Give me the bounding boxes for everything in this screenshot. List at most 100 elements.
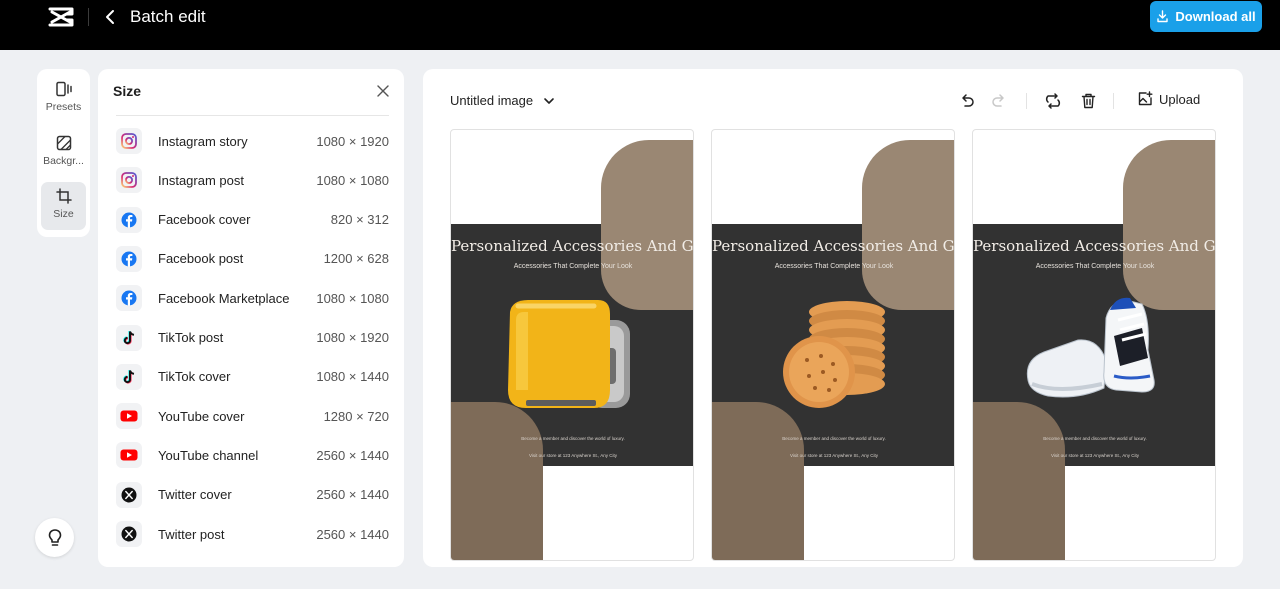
undo-button[interactable] — [958, 92, 976, 110]
size-option-label: TikTok post — [158, 330, 224, 345]
size-option-dimensions: 1080 × 1920 — [316, 330, 389, 345]
page-title: Batch edit — [130, 7, 206, 26]
size-option-tiktok-post[interactable]: TikTok post 1080 × 1920 — [116, 323, 389, 353]
design-footer-line: Become a member and discover the world o… — [782, 436, 886, 441]
design-card[interactable]: Personalized Accessories And Gifts Access… — [972, 129, 1216, 561]
size-option-dimensions: 2560 × 1440 — [316, 447, 389, 463]
trash-icon — [1081, 93, 1095, 109]
size-option-twitter-post[interactable]: Twitter post 2560 × 1440 — [116, 519, 389, 549]
size-option-dimensions: 2560 × 1440 — [316, 526, 389, 542]
redo-button[interactable] — [990, 92, 1008, 110]
download-icon — [1157, 10, 1169, 23]
rail-item-presets[interactable]: Presets — [41, 75, 86, 123]
rail-item-size[interactable]: Size — [41, 182, 86, 230]
tiktok-icon — [116, 324, 142, 351]
capcut-logo-icon[interactable] — [47, 6, 75, 28]
decorative-shape — [862, 140, 954, 310]
size-option-instagram-post[interactable]: Instagram post 1080 × 1080 — [116, 165, 389, 195]
size-option-facebook-marketplace[interactable]: Facebook Marketplace 1080 × 1080 — [116, 283, 389, 313]
size-option-dimensions: 1080 × 1440 — [316, 369, 389, 385]
design-headline: Personalized Accessories And Gifts — [451, 237, 694, 255]
size-option-label: Facebook cover — [158, 212, 251, 228]
canvas-area: Untitled image Upload Personalized Acces… — [423, 69, 1243, 567]
lightbulb-icon — [48, 528, 61, 546]
size-option-label: TikTok cover — [158, 369, 231, 385]
presets-icon — [55, 81, 72, 97]
twitter-x-icon — [116, 481, 142, 508]
decorative-shape — [712, 402, 804, 560]
size-option-label: Facebook Marketplace — [158, 290, 290, 306]
design-footer-line: Become a member and discover the world o… — [521, 436, 625, 441]
size-option-instagram-story[interactable]: Instagram story 1080 × 1920 — [116, 126, 389, 156]
tiktok-icon — [116, 363, 142, 390]
design-footer-line: Visit our store at 123 Anywhere St., Any… — [1051, 453, 1139, 458]
size-option-label: Twitter post — [158, 526, 225, 542]
toaster-image — [508, 300, 630, 408]
size-option-label: Twitter cover — [158, 487, 232, 503]
size-panel-divider — [116, 115, 389, 116]
crop-icon — [55, 188, 72, 204]
download-all-button[interactable]: Download all — [1150, 1, 1262, 32]
size-option-label: Facebook post — [158, 251, 244, 267]
decorative-shape — [973, 402, 1065, 560]
rail-item-background[interactable]: Backgr... — [41, 129, 86, 177]
biscuits-image — [783, 301, 885, 408]
toolbar-divider — [1026, 93, 1027, 109]
rail-label-presets: Presets — [45, 101, 82, 113]
design-card[interactable]: Personalized Accessories And Gifts Access… — [450, 129, 694, 561]
size-option-dimensions: 1280 × 720 — [323, 408, 389, 424]
size-option-dimensions: 2560 × 1440 — [316, 487, 389, 503]
size-option-dimensions: 1200 × 628 — [323, 251, 389, 267]
file-name-dropdown[interactable]: Untitled image — [450, 93, 555, 108]
replace-button[interactable] — [1044, 92, 1062, 110]
header-divider — [88, 8, 89, 26]
size-option-tiktok-cover[interactable]: TikTok cover 1080 × 1440 — [116, 362, 389, 392]
youtube-icon — [116, 442, 142, 469]
design-footer-line: Become a member and discover the world o… — [1043, 436, 1147, 441]
swap-icon — [1045, 93, 1061, 109]
facebook-icon — [116, 285, 142, 312]
size-option-label: Instagram story — [158, 133, 248, 149]
size-option-youtube-cover[interactable]: YouTube cover 1280 × 720 — [116, 401, 389, 431]
decorative-shape — [451, 402, 543, 560]
upload-button[interactable]: Upload — [1137, 91, 1200, 107]
size-panel-title: Size — [113, 83, 142, 99]
design-headline: Personalized Accessories And Gifts — [712, 237, 955, 255]
background-icon — [56, 135, 71, 151]
download-all-label: Download all — [1175, 9, 1256, 24]
close-icon[interactable] — [375, 83, 391, 99]
youtube-icon — [116, 403, 142, 430]
decorative-shape — [601, 140, 693, 310]
back-icon[interactable] — [103, 7, 117, 27]
upload-label: Upload — [1159, 91, 1201, 107]
size-panel: Size Instagram story 1080 × 1920 Instagram… — [98, 69, 404, 567]
twitter-x-icon — [116, 521, 142, 547]
redo-icon — [992, 94, 1004, 107]
tool-rail: Presets Backgr... Size — [37, 69, 90, 237]
size-option-dimensions: 1080 × 1920 — [316, 133, 389, 149]
design-headline: Personalized Accessories And Gifts — [973, 237, 1216, 255]
top-bar: Batch edit Download all — [0, 0, 1280, 50]
design-subtitle: Accessories That Complete Your Look — [774, 263, 894, 270]
size-option-label: Instagram post — [158, 172, 244, 188]
design-subtitle: Accessories That Complete Your Look — [1035, 263, 1155, 270]
design-footer-line: Visit our store at 123 Anywhere St., Any… — [529, 453, 617, 458]
size-option-facebook-cover[interactable]: Facebook cover 820 × 312 — [116, 205, 389, 235]
facebook-icon — [116, 206, 142, 233]
toolbar-divider — [1113, 93, 1114, 109]
design-subtitle: Accessories That Complete Your Look — [513, 263, 633, 270]
delete-button[interactable] — [1079, 92, 1097, 110]
size-option-dimensions: 1080 × 1080 — [316, 172, 389, 188]
facebook-icon — [116, 245, 142, 272]
help-button[interactable] — [35, 518, 74, 557]
undo-icon — [962, 94, 974, 107]
size-option-dimensions: 1080 × 1080 — [316, 290, 389, 306]
rail-label-size: Size — [53, 208, 74, 220]
size-option-youtube-channel[interactable]: YouTube channel 2560 × 1440 — [116, 440, 389, 470]
design-card[interactable]: Personalized Accessories And Gifts Access… — [711, 129, 955, 561]
file-name: Untitled image — [450, 93, 534, 108]
size-option-twitter-cover[interactable]: Twitter cover 2560 × 1440 — [116, 480, 389, 510]
chevron-down-icon — [544, 97, 554, 104]
size-option-facebook-post[interactable]: Facebook post 1200 × 628 — [116, 244, 389, 274]
instagram-icon — [116, 128, 142, 154]
